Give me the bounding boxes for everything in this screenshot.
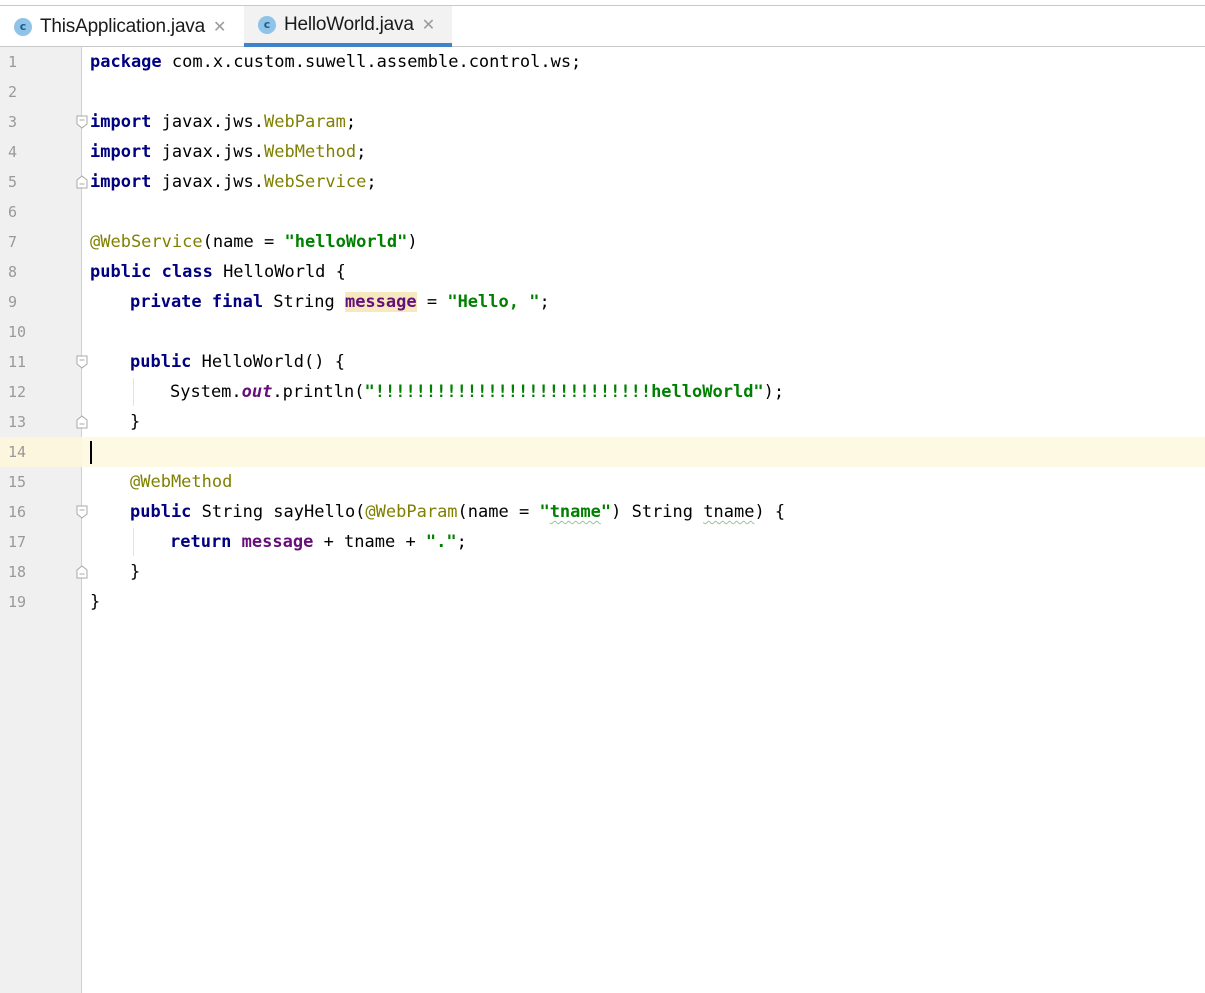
- text-caret: [90, 441, 92, 464]
- line-number: 4: [8, 143, 18, 161]
- code-line-4[interactable]: import javax.jws.WebMethod;: [90, 137, 366, 167]
- line-number: 11: [8, 353, 27, 371]
- tab-label: ThisApplication.java: [40, 15, 205, 37]
- code-line-7[interactable]: @WebService(name = "helloWorld"): [90, 227, 418, 257]
- fold-start-icon[interactable]: [76, 115, 88, 129]
- line-number: 2: [8, 83, 18, 101]
- code-line-1[interactable]: package com.x.custom.suwell.assemble.con…: [90, 47, 581, 77]
- code-line-16[interactable]: public String sayHello(@WebParam(name = …: [130, 497, 785, 527]
- code-line-17[interactable]: return message + tname + ".";: [170, 527, 467, 557]
- indent-guide: [133, 378, 134, 406]
- line-number: 1: [8, 53, 18, 71]
- line-number: 8: [8, 263, 18, 281]
- line-number: 16: [8, 503, 27, 521]
- line-number: 5: [8, 173, 18, 191]
- line-number: 17: [8, 533, 27, 551]
- code-line-19[interactable]: }: [90, 587, 100, 617]
- line-number: 12: [8, 383, 27, 401]
- code-line-3[interactable]: import javax.jws.WebParam;: [90, 107, 356, 137]
- code-line-5[interactable]: import javax.jws.WebService;: [90, 167, 377, 197]
- close-icon[interactable]: ✕: [422, 16, 435, 33]
- close-icon[interactable]: ✕: [213, 18, 226, 35]
- line-number: 15: [8, 473, 27, 491]
- current-line-highlight: [0, 437, 1205, 467]
- editor-tab-strip: c ThisApplication.java ✕ c HelloWorld.ja…: [0, 6, 1205, 47]
- line-number: 9: [8, 293, 18, 311]
- line-number: 14: [8, 443, 27, 461]
- indent-guide: [133, 528, 134, 556]
- code-line-9[interactable]: private final String message = "Hello, "…: [130, 287, 550, 317]
- class-icon: c: [14, 17, 32, 36]
- tab-this-application[interactable]: c ThisApplication.java ✕: [0, 6, 244, 47]
- code-line-15[interactable]: @WebMethod: [130, 467, 232, 497]
- fold-start-icon[interactable]: [76, 355, 88, 369]
- line-number: 18: [8, 563, 27, 581]
- fold-end-icon[interactable]: [76, 415, 88, 429]
- tab-label: HelloWorld.java: [284, 13, 414, 35]
- fold-start-icon[interactable]: [76, 505, 88, 519]
- line-number: 13: [8, 413, 27, 431]
- fold-end-icon[interactable]: [76, 565, 88, 579]
- ide-window: c ThisApplication.java ✕ c HelloWorld.ja…: [0, 0, 1205, 993]
- fold-end-icon[interactable]: [76, 175, 88, 189]
- code-line-13[interactable]: }: [130, 407, 140, 437]
- line-number: 7: [8, 233, 18, 251]
- line-number: 3: [8, 113, 18, 131]
- line-number: 19: [8, 593, 27, 611]
- class-icon: c: [258, 15, 276, 34]
- code-line-12[interactable]: System.out.println("!!!!!!!!!!!!!!!!!!!!…: [170, 377, 784, 407]
- code-line-11[interactable]: public HelloWorld() {: [130, 347, 345, 377]
- tab-hello-world[interactable]: c HelloWorld.java ✕: [244, 6, 452, 47]
- line-number: 6: [8, 203, 18, 221]
- code-line-18[interactable]: }: [130, 557, 140, 587]
- line-number: 10: [8, 323, 27, 341]
- code-line-8[interactable]: public class HelloWorld {: [90, 257, 346, 287]
